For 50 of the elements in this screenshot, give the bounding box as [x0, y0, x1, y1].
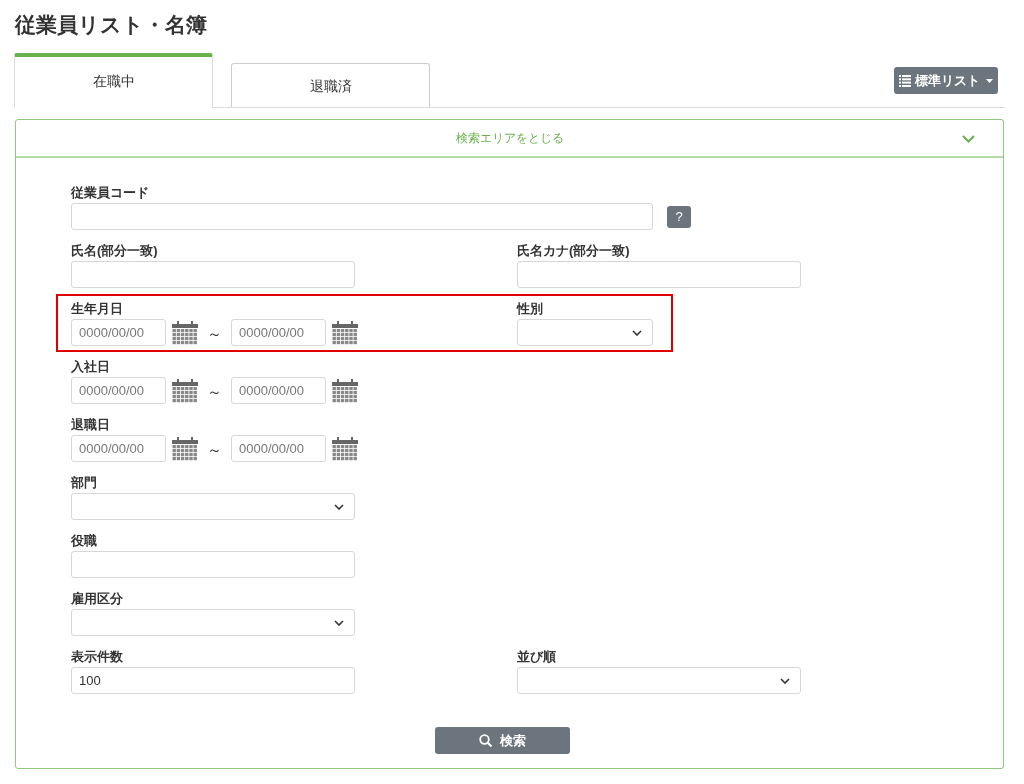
input-field[interactable] — [71, 261, 355, 288]
chevron-down-icon — [780, 678, 790, 684]
date-field[interactable]: 0000/00/00 — [231, 435, 326, 462]
range-separator: ～ — [207, 324, 222, 345]
calendar-icon — [172, 320, 198, 345]
field-label: 性別 — [517, 300, 544, 318]
chevron-down-icon — [632, 330, 642, 336]
date-field[interactable]: 0000/00/00 — [71, 319, 166, 346]
input-field[interactable]: 100 — [71, 667, 355, 694]
select-field[interactable] — [517, 319, 653, 346]
date-field[interactable]: 0000/00/00 — [71, 435, 166, 462]
field-label: 並び順 — [517, 648, 557, 666]
select-field[interactable] — [517, 667, 801, 694]
date-field[interactable]: 0000/00/00 — [231, 377, 326, 404]
list-icon — [899, 74, 911, 87]
input-field[interactable] — [71, 203, 653, 230]
list-view-dropdown[interactable]: 標準リスト — [894, 67, 998, 94]
field-label: 生年月日 — [71, 300, 124, 318]
calendar-icon — [332, 436, 358, 461]
search-icon — [479, 734, 492, 747]
field-label: 雇用区分 — [71, 590, 124, 608]
caret-icon — [986, 78, 993, 83]
search-button[interactable]: 検索 — [435, 727, 570, 754]
field-label: 入社日 — [71, 358, 111, 376]
field-label: 退職日 — [71, 416, 111, 434]
tab[interactable]: 退職済 — [231, 63, 430, 107]
select-field[interactable] — [71, 609, 355, 636]
chevron-down-icon — [334, 504, 344, 510]
input-field[interactable] — [71, 551, 355, 578]
chevron-down-icon — [334, 620, 344, 626]
field-label: 氏名(部分一致) — [71, 242, 159, 260]
help-button[interactable]: ? — [667, 205, 691, 228]
field-label: 氏名カナ(部分一致) — [517, 242, 631, 260]
field-label: 役職 — [71, 532, 98, 550]
calendar-icon — [172, 436, 198, 461]
input-field[interactable] — [517, 261, 801, 288]
select-field[interactable] — [71, 493, 355, 520]
search-area-toggle[interactable]: 検索エリアをとじる — [16, 120, 1003, 158]
calendar-icon — [332, 378, 358, 403]
page-title: 従業員リスト・名簿 — [15, 12, 207, 38]
field-label: 表示件数 — [71, 648, 124, 666]
date-field[interactable]: 0000/00/00 — [231, 319, 326, 346]
field-label: 部門 — [71, 474, 98, 492]
calendar-icon — [332, 320, 358, 345]
range-separator: ～ — [207, 382, 222, 403]
calendar-icon — [172, 378, 198, 403]
tab[interactable]: 在職中 — [14, 53, 213, 108]
field-label: 従業員コード — [71, 184, 150, 202]
range-separator: ～ — [207, 440, 222, 461]
date-field[interactable]: 0000/00/00 — [71, 377, 166, 404]
